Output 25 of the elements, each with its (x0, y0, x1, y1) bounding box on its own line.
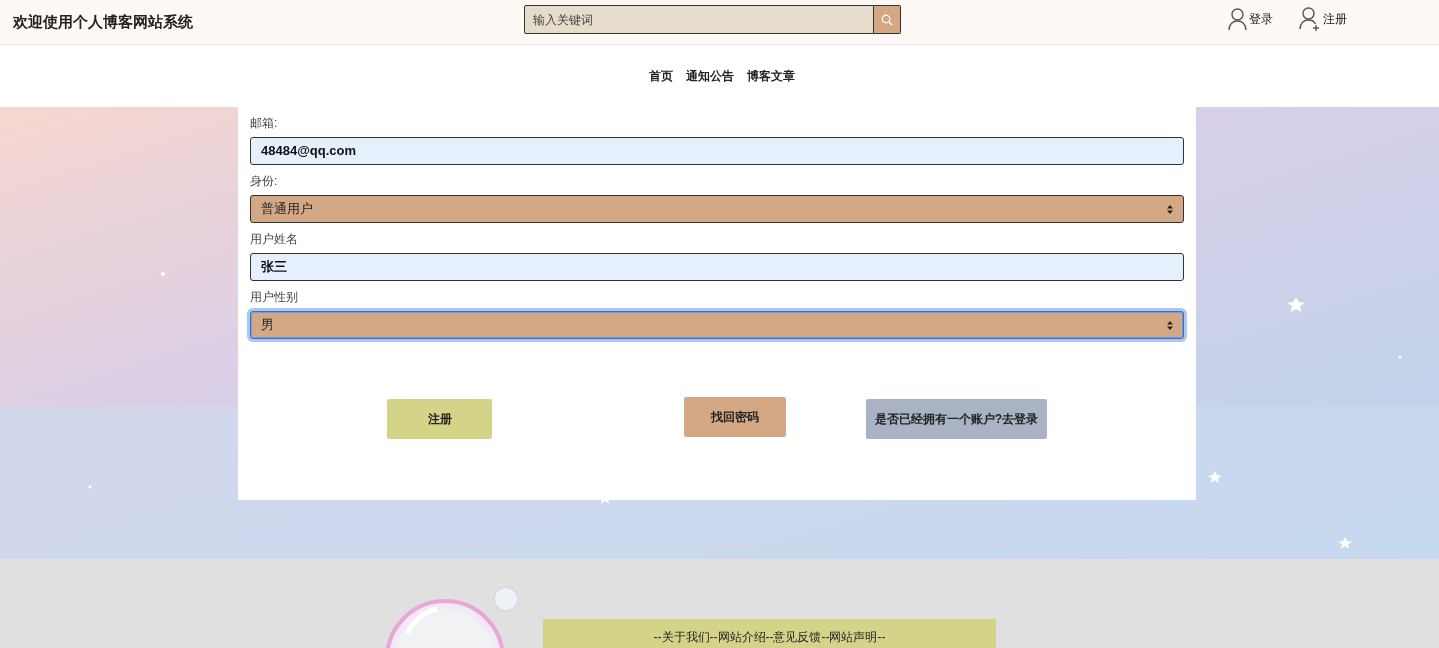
field-label: 身份: (250, 173, 279, 189)
sort-icon (1167, 204, 1173, 214)
login-link-button[interactable]: 是否已经拥有一个账户?去登录 (866, 399, 1047, 439)
register-link[interactable]: 注册 (1299, 7, 1347, 31)
recover-password-button[interactable]: 找回密码 (684, 397, 786, 437)
nav-link[interactable]: 通知公告 (685, 67, 734, 85)
input-field[interactable]: 48484@qq.com (250, 137, 1184, 165)
select-field[interactable]: 男 (250, 311, 1184, 339)
login-link[interactable]: 登录 (1228, 7, 1273, 31)
select-field[interactable]: 普通用户 (250, 195, 1184, 223)
user-icon (1228, 8, 1247, 30)
search-field[interactable]: 输入关键词 (524, 5, 874, 34)
footer-links: --关于我们--网站介绍--意见反馈--网站声明-- (653, 629, 886, 646)
search-icon (881, 13, 893, 26)
field-label: 用户姓名 (250, 231, 299, 247)
input-field[interactable]: 张三 (250, 253, 1184, 281)
search-button[interactable] (874, 5, 901, 34)
site-title: 欢迎使用个人博客网站系统 (13, 11, 193, 32)
nav-link[interactable]: 博客文章 (746, 67, 795, 85)
sort-icon (1167, 320, 1173, 330)
field-label: 邮箱: (250, 115, 279, 131)
register-button[interactable]: 注册 (387, 399, 492, 439)
nav-link[interactable]: 首页 (648, 67, 673, 85)
add-user-icon (1299, 7, 1321, 31)
field-label: 用户性别 (250, 289, 299, 305)
